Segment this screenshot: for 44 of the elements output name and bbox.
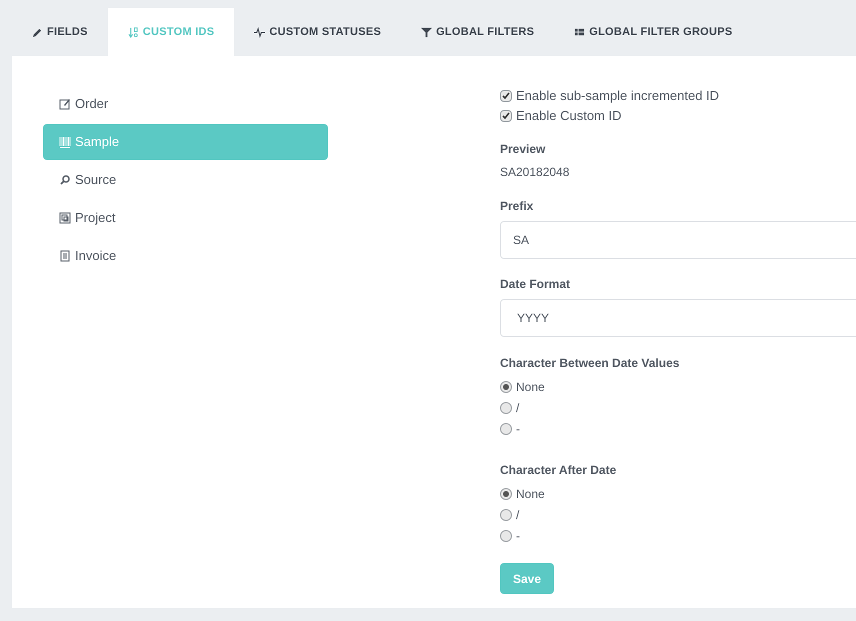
field-label: Prefix bbox=[500, 198, 534, 215]
grid-icon bbox=[574, 26, 586, 38]
checkbox-label: Enable Custom ID bbox=[516, 106, 622, 125]
pulse-icon bbox=[254, 26, 266, 38]
preview-value: SA20182048 bbox=[500, 164, 570, 181]
preview-label: Preview bbox=[500, 141, 546, 158]
checkbox[interactable] bbox=[500, 90, 512, 102]
radio-button[interactable] bbox=[500, 422, 512, 434]
input-field[interactable]: SA bbox=[500, 221, 856, 259]
check-icon bbox=[502, 112, 510, 120]
sort-icon bbox=[128, 26, 139, 38]
tab[interactable]: GLOBAL FILTER GROUPS bbox=[554, 8, 752, 56]
radio-label: None bbox=[516, 378, 545, 396]
radio-label: / bbox=[516, 400, 520, 416]
radio-group-label: Character Between Date Values bbox=[500, 355, 680, 372]
sidebar-item[interactable]: Source bbox=[43, 162, 328, 198]
radio-button[interactable] bbox=[500, 530, 512, 542]
pencil-icon bbox=[32, 26, 43, 38]
radio-button[interactable] bbox=[500, 488, 512, 500]
edit-icon bbox=[59, 98, 71, 110]
search-icon bbox=[59, 174, 71, 186]
radio-label: - bbox=[516, 528, 520, 544]
checkbox-label: Enable sub-sample incremented ID bbox=[516, 86, 720, 105]
radio-button[interactable] bbox=[500, 402, 512, 414]
radio-label: - bbox=[516, 420, 520, 438]
filter-icon bbox=[421, 26, 432, 38]
tab[interactable]: FIELDS bbox=[12, 8, 108, 56]
sidebar-item[interactable]: Project bbox=[43, 200, 328, 236]
sidebar-item[interactable]: Invoice bbox=[43, 238, 328, 274]
sidebar-item[interactable]: Order bbox=[43, 86, 328, 122]
radio-button[interactable] bbox=[500, 380, 512, 392]
barcode-icon bbox=[59, 136, 71, 148]
radio-label: / bbox=[516, 506, 520, 524]
frame-icon bbox=[59, 212, 71, 224]
field-label: Date Format bbox=[500, 276, 572, 293]
radio-group-label: Character After Date bbox=[500, 462, 618, 479]
check-icon bbox=[502, 92, 510, 100]
receipt-icon bbox=[59, 250, 71, 262]
checkbox[interactable] bbox=[500, 110, 512, 122]
radio-label: None bbox=[516, 486, 545, 502]
input-field[interactable]: YYYY bbox=[500, 299, 856, 337]
tab[interactable]: CUSTOM STATUSES bbox=[234, 8, 402, 56]
radio-button[interactable] bbox=[500, 508, 512, 520]
tab[interactable]: GLOBAL FILTERS bbox=[401, 8, 554, 56]
